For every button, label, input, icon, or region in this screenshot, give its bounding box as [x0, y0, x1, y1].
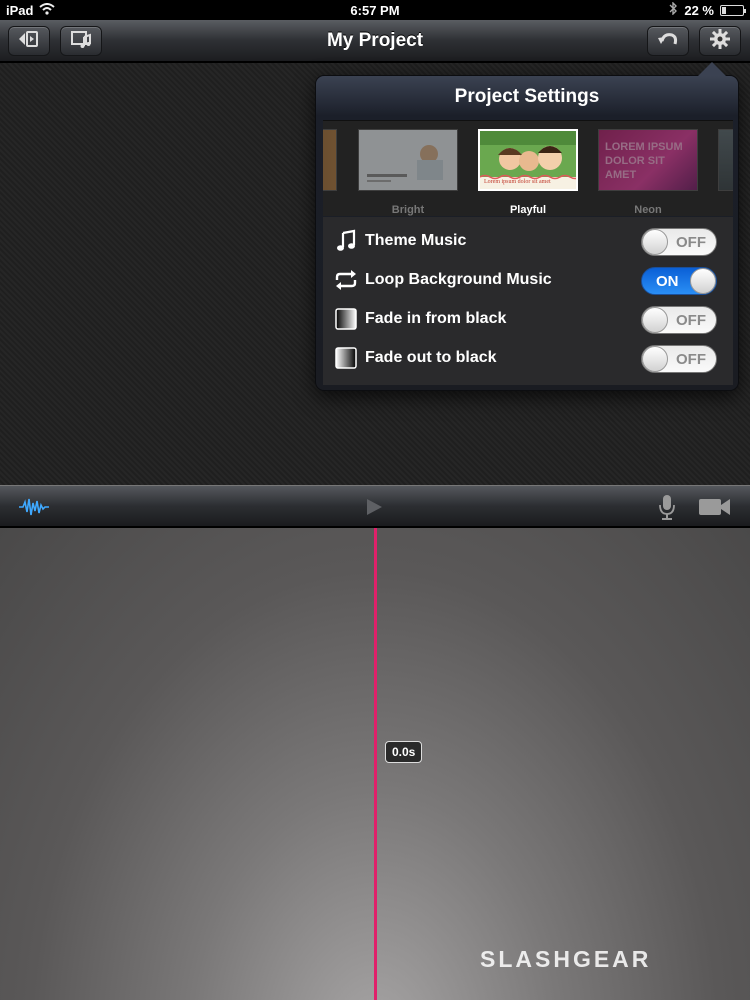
audio-waveform-icon[interactable] [18, 494, 50, 520]
setting-label: Theme Music [365, 231, 467, 249]
project-title: My Project [326, 30, 424, 51]
theme-label-playful: Playful [509, 204, 547, 216]
battery-percent: 22 % [684, 2, 714, 18]
toggle-knob [690, 268, 716, 294]
loop-music-toggle[interactable]: ON [641, 267, 717, 295]
bluetooth-icon [669, 1, 678, 18]
top-toolbar: My Project [0, 20, 750, 62]
setting-label: Fade in from black [365, 309, 507, 327]
undo-icon [656, 29, 680, 54]
setting-row-theme-music: Theme Music OFF [323, 221, 733, 260]
watermark-logo: SLASHGEAR [480, 946, 652, 972]
wifi-icon [39, 2, 56, 18]
fade-out-toggle[interactable]: OFF [641, 345, 717, 373]
theme-picker[interactable]: Lorem ipsum dolor sit amet LOREM IPSUM D… [323, 120, 733, 216]
theme-label-bright: Bright [391, 204, 425, 216]
setting-row-loop-music: Loop Background Music ON [323, 260, 733, 299]
battery-icon [720, 4, 746, 16]
theme-music-toggle[interactable]: OFF [641, 228, 717, 256]
toggle-state: ON [656, 272, 679, 290]
toggle-state: OFF [676, 311, 706, 329]
project-settings-popover: Project Settings Lorem ipsum dolor sit a… [315, 62, 739, 391]
fade-out-icon [333, 346, 359, 370]
neon-preview-text: LOREM IPSUM DOLOR SIT AMET [605, 141, 683, 181]
toggle-knob [642, 346, 668, 372]
playhead[interactable] [374, 528, 377, 1000]
playhead-timecode: 0.0s [385, 741, 423, 763]
microphone-button[interactable] [658, 494, 676, 520]
timeline-toolbar [0, 485, 750, 527]
theme-thumb-previous[interactable] [323, 129, 337, 191]
timeline-area[interactable]: 0.0s SLASHGEAR [0, 528, 750, 1000]
theme-thumb-next[interactable] [718, 129, 733, 191]
play-button[interactable] [364, 494, 384, 520]
loop-icon [333, 268, 359, 292]
fade-in-icon [333, 307, 359, 331]
undo-button[interactable] [647, 26, 689, 56]
theme-thumb-playful[interactable]: Lorem ipsum dolor sit amet [478, 129, 578, 191]
music-note-icon [333, 229, 359, 253]
popover-arrow [698, 62, 726, 76]
toggle-knob [642, 307, 668, 333]
setting-label: Fade out to black [365, 348, 497, 366]
toggle-state: OFF [676, 350, 706, 368]
settings-list: Theme Music OFF Loop Background Music ON… [323, 217, 733, 385]
toggle-knob [642, 229, 668, 255]
setting-row-fade-out: Fade out to black OFF [323, 338, 733, 377]
bright-theme-preview [359, 130, 457, 190]
fade-in-toggle[interactable]: OFF [641, 306, 717, 334]
settings-button[interactable] [699, 26, 741, 56]
device-name: iPad [6, 2, 34, 18]
toggle-state: OFF [676, 233, 706, 251]
camera-button[interactable] [698, 494, 732, 520]
popover-title: Project Settings [454, 86, 600, 107]
playful-caption: Lorem ipsum dolor sit amet [484, 179, 551, 185]
status-bar: iPad 6:57 PM 22 % [0, 0, 750, 20]
setting-row-fade-in: Fade in from black OFF [323, 299, 733, 338]
clock: 6:57 PM [350, 2, 400, 18]
theme-thumb-neon[interactable]: LOREM IPSUM DOLOR SIT AMET [598, 129, 698, 191]
gear-icon [709, 28, 731, 55]
theme-label-neon: Neon [634, 204, 662, 216]
setting-label: Loop Background Music [365, 270, 552, 288]
theme-thumb-bright[interactable] [358, 129, 458, 191]
